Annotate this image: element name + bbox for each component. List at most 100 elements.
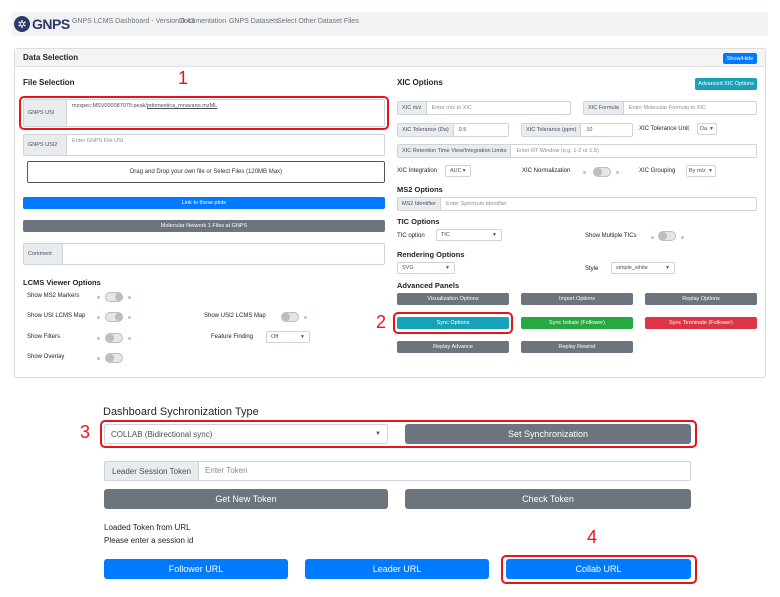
replay-options-button[interactable]: Replay Options [645,293,757,305]
show-usi-lcms-map-label: Show USI LCMS Map [27,313,86,319]
annotation-number-2: 2 [376,312,387,332]
file-drop-zone[interactable]: Drag and Drop your own file or Select Fi… [27,161,385,183]
sync-terminate-button[interactable]: Sync Terminate (Follower) [645,317,757,329]
nav-dashboard-version[interactable]: GNPS LCMS Dashboard - Version 0.43 [72,18,195,25]
chevron-down-icon: ▼ [665,265,670,271]
gnps-logo-icon: ✲ [14,16,30,32]
data-selection-card: Data Selection Show/Hide File Selection … [14,48,766,378]
xic-grouping-select[interactable]: By m/z ▼ [686,165,716,177]
dot-decor [97,296,100,299]
tic-options-heading: TIC Options [397,217,440,226]
ms2-identifier-input[interactable]: Enter Spectrum Identifier [441,198,512,210]
dot-decor [97,337,100,340]
toggle-knob [106,334,114,342]
show-overlay-label: Show Overlay [27,354,65,360]
leader-token-group: Leader Session Token Enter Token [104,461,691,481]
xic-options-heading: XIC Options [397,78,443,87]
xic-grouping-value: By m/z [689,168,706,174]
toggle-knob [115,293,123,301]
show-hide-button[interactable]: Show/Hide [723,53,757,64]
xic-tolerance-da-label: XIC Tolerance (Da) [398,124,454,136]
show-overlay-toggle[interactable] [105,353,123,363]
molecular-network-button[interactable]: Molecular Network 1 Files at GNPS [23,220,385,232]
gnps-usi2-input[interactable]: Enter GNPS File USI [67,135,128,155]
collab-url-button[interactable]: Collab URL [506,559,691,579]
xic-tolerance-ppm-label: XIC Tolerance (ppm) [522,124,582,136]
dot-decor [616,171,619,174]
ms2-options-heading: MS2 Options [397,185,443,194]
toggle-knob [594,168,602,176]
ms2-identifier-label: MS2 Identifier [398,198,441,210]
visualization-options-button[interactable]: Visualization Options [397,293,509,305]
link-to-plots-button[interactable]: Link to these plots [23,197,385,209]
show-usi-lcms-map-toggle[interactable] [105,312,123,322]
replay-advance-button[interactable]: Replay Advance [397,341,509,353]
sync-type-value: COLLAB (Bidirectional sync) [111,429,213,439]
xic-normalization-label: XIC Normalization [522,168,571,174]
sync-type-select[interactable]: COLLAB (Bidirectional sync) ▼ [104,424,388,444]
toggle-knob [106,354,114,362]
show-filters-label: Show Filters [27,334,61,340]
navbar: ✲ GNPS GNPS LCMS Dashboard - Version 0.4… [12,12,768,36]
xic-mz-group: XIC m/z Enter m/z to XIC [397,101,571,115]
feature-finding-select[interactable]: Off ▼ [266,331,310,343]
follower-url-button[interactable]: Follower URL [104,559,288,579]
xic-normalization-toggle[interactable] [593,167,611,177]
dot-decor [128,316,131,319]
check-token-button[interactable]: Check Token [405,489,691,509]
chevron-down-icon: ▼ [445,265,450,271]
xic-integration-select[interactable]: AUC ▼ [445,165,471,177]
xic-formula-input[interactable]: Enter Molecular Formula to XIC [624,102,711,114]
xic-integration-label: XIC Integration [397,168,438,174]
show-usi2-lcms-map-toggle[interactable] [281,312,299,322]
set-synchronization-button[interactable]: Set Synchronization [405,424,691,444]
xic-tolerance-ppm-input[interactable]: 10 [581,124,597,136]
xic-mz-input[interactable]: Enter m/z to XIC [427,102,477,114]
style-value: simple_white [616,265,648,271]
comment-input[interactable] [63,244,73,264]
advanced-panels-heading: Advanced Panels [397,281,460,290]
show-multiple-tics-toggle[interactable] [658,231,676,241]
chevron-down-icon: ▼ [709,126,714,132]
rendering-format-value: SVG [402,265,414,271]
xic-tolerance-unit-select[interactable]: Da ▼ [697,123,717,135]
import-options-button[interactable]: Import Options [521,293,633,305]
comment-group: Comment [23,243,385,265]
nav-select-other-files[interactable]: Select Other Dataset Files [277,18,359,25]
leader-url-button[interactable]: Leader URL [305,559,489,579]
xic-rt-input[interactable]: Enter RT Window (e.g. 1-2 or 1.5) [511,145,603,157]
xic-rt-group: XIC Retention Time View/Integration Limi… [397,144,757,158]
sync-initiate-button[interactable]: Sync Initiate (Follower) [521,317,633,329]
xic-tolerance-da-input[interactable]: 0.5 [454,124,472,136]
tic-option-select[interactable]: TIC ▼ [436,229,502,241]
logo-text: GNPS [32,16,70,32]
toggle-knob [282,313,290,321]
get-new-token-button[interactable]: Get New Token [104,489,388,509]
xic-grouping-label: XIC Grouping [639,168,676,174]
chevron-down-icon: ▼ [708,168,713,174]
feature-finding-value: Off [271,334,279,340]
lcms-viewer-heading: LCMS Viewer Options [23,278,101,287]
show-ms2-markers-toggle[interactable] [105,292,123,302]
tic-option-label: TIC option [397,233,425,239]
rendering-format-select[interactable]: SVG ▼ [397,262,455,274]
replay-rewind-button[interactable]: Replay Rewind [521,341,633,353]
nav-gnps-datasets[interactable]: GNPS Datasets [229,18,278,25]
chevron-down-icon: ▼ [492,232,497,238]
style-select[interactable]: simple_white ▼ [611,262,675,274]
xic-tolerance-unit-label: XIC Tolerance Unit [639,126,689,132]
annotation-box-2 [393,312,513,334]
show-usi2-lcms-map-label: Show USI2 LCMS Map [204,313,266,319]
rendering-options-heading: Rendering Options [397,250,465,259]
comment-label: Comment [24,244,63,264]
chevron-down-icon: ▼ [461,168,467,174]
xic-integration-value: AUC [450,168,462,174]
leader-token-input[interactable]: Enter Token [199,462,254,480]
show-filters-toggle[interactable] [105,333,123,343]
nav-documentation[interactable]: Documentation [179,18,226,25]
dot-decor [97,316,100,319]
style-label: Style [585,266,599,272]
gnps-usi2-label: GNPS USI2 [24,135,67,155]
advanced-xic-options-button[interactable]: Advanced XIC Options [695,78,757,90]
annotation-box-1 [19,96,389,130]
